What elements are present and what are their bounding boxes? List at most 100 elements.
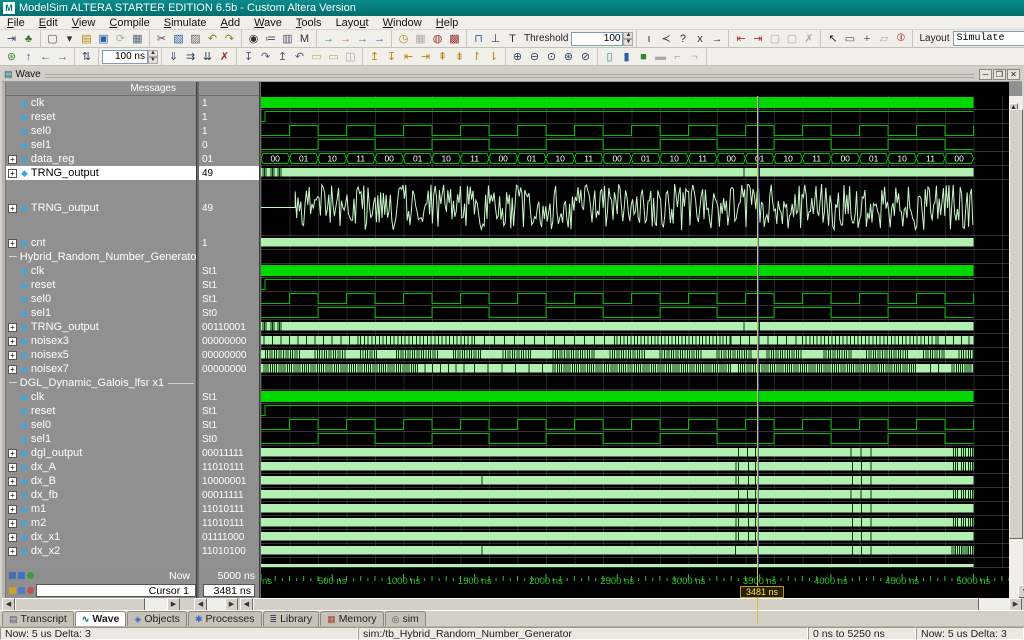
undo-icon[interactable]: ↶ [204,31,221,47]
signal-value-clk[interactable]: 1 [199,96,259,110]
messages-column-header[interactable]: Messages [6,82,196,96]
tab-memory[interactable]: ▦Memory [320,611,383,626]
signal-value-cnt[interactable]: 1 [199,236,259,250]
signal-value-DGL_Dynamic_Galois_lfsr x1[interactable] [199,376,259,390]
wave-edge-mode-icon[interactable]: ⊥ [487,31,504,47]
signal-name-partial[interactable] [6,558,196,568]
scroll-down-icon[interactable]: ▼ [1018,585,1024,598]
signal-name-noisex7[interactable]: +◆noisex7 [6,362,196,376]
edge-up-icon[interactable]: ↾ [468,49,485,65]
expander-plus-icon[interactable]: + [8,239,17,248]
timeline-ruler[interactable]: ns500 ns1000 ns1500 ns2000 ns2500 ns3000… [261,568,1009,598]
signal-name-noisex3[interactable]: +◆noisex3 [6,334,196,348]
tab-library[interactable]: ≣Library [263,611,320,626]
restart-icon[interactable]: ◷ [395,31,412,47]
zoom-full-icon[interactable]: ⊙ [543,49,560,65]
menu-simulate[interactable]: Simulate [157,16,214,30]
compile-icon[interactable]: → [320,31,337,47]
expander-plus-icon[interactable]: + [8,505,17,514]
cursor-green-icon[interactable]: ■ [635,49,652,65]
signal-name-data_reg[interactable]: +◆data_reg [6,152,196,166]
page-next-icon[interactable]: ▢ [783,31,800,47]
cursor-line[interactable] [757,96,758,624]
cursor-time-flag[interactable]: 3481 ns [740,586,784,598]
signal-name-clk[interactable]: ◆clk [6,96,196,110]
signal-name-dx_A[interactable]: +◆dx_A [6,460,196,474]
threshold-spinner[interactable]: ▲▼ [623,32,633,46]
new-file-icon[interactable]: ▢ [44,31,61,47]
signal-value-Hybrid_Random_Number_Generator[interactable] [199,250,259,264]
back-icon[interactable]: ← [37,49,54,65]
run-length-spinner[interactable]: ▲▼ [148,50,158,64]
stop-icon[interactable]: ▩ [446,31,463,47]
run-all-icon[interactable]: ⇊ [199,49,216,65]
pause-icon[interactable]: ◫ [342,49,359,65]
zoom-cursor-icon[interactable]: ⊛ [560,49,577,65]
expander-plus-icon[interactable]: + [8,519,17,528]
step-icon[interactable]: ↧ [240,49,257,65]
run-continue-icon[interactable]: ⇉ [182,49,199,65]
select-mode-icon[interactable]: ↖ [824,31,841,47]
compile-all-icon[interactable]: → [337,31,354,47]
signal-name-clk[interactable]: ◆clk [6,390,196,404]
cursor-time-field[interactable]: 3481 ns [203,584,255,597]
break-icon[interactable]: ◍ [429,31,446,47]
menu-help[interactable]: Help [429,16,466,30]
minimize-icon[interactable]: ─ [979,69,992,80]
prev-edge-x-icon[interactable]: ⇤ [732,31,749,47]
cursor-edit-icon[interactable] [18,587,25,594]
collapse-time-icon[interactable]: ¬ [686,49,703,65]
signal-value-m1[interactable]: 11010111 [199,502,259,516]
expander-plus-icon[interactable]: + [8,463,17,472]
edge-down-icon[interactable]: ⇂ [485,49,502,65]
edge-rise-icon[interactable]: ⇞ [434,49,451,65]
signal-value-dx_fb[interactable]: 00011111 [199,488,259,502]
spin-up-icon[interactable]: ▲ [148,50,158,57]
stoplight-icon[interactable]: ⦶ [892,31,909,47]
run-icon[interactable]: ⇓ [165,49,182,65]
goto-line-icon[interactable]: ≔ [262,31,279,47]
zoom-in-icon[interactable]: ⊕ [509,49,526,65]
expander-plus-icon[interactable]: + [8,491,17,500]
menu-wave[interactable]: Wave [247,16,289,30]
signal-value-noisex5[interactable]: 00000000 [199,348,259,362]
grid-toggle-icon[interactable]: ▬ [652,49,669,65]
cursor-blue-icon[interactable]: ▮ [618,49,635,65]
signal-name-reset[interactable]: ◆reset [6,404,196,418]
expander-plus-icon[interactable]: + [8,365,17,374]
new-caret-down-icon[interactable]: ▾ [61,31,78,47]
signal-value-dx_x1[interactable]: 01111000 [199,530,259,544]
expander-plus-icon[interactable]: + [8,169,17,178]
edge-last-icon[interactable]: ⇥ [417,49,434,65]
signal-value-dx_A[interactable]: 11010111 [199,460,259,474]
expander-plus-icon[interactable]: + [8,323,17,332]
clear-x-icon[interactable]: ✗ [800,31,817,47]
signal-values-pane[interactable]: 11100149491St1St1St1St000110001000000000… [199,96,259,568]
x-value-icon[interactable]: x [691,31,708,47]
cursor-name-field[interactable]: Cursor 1 [36,584,196,597]
layout-select[interactable]: Simulate▼ [953,31,1024,46]
threshold-input[interactable] [571,32,623,46]
unknown-icon[interactable]: ? [674,31,691,47]
signal-value-reset[interactable]: 1 [199,110,259,124]
tree-fern-icon[interactable]: ♣ [20,31,37,47]
signal-value-sel1[interactable]: St0 [199,306,259,320]
spin-up-icon[interactable]: ▲ [623,32,633,39]
lock-tool-icon[interactable] [18,572,25,579]
simulate-opt-icon[interactable]: → [371,31,388,47]
cursor-row-icons[interactable] [9,587,34,594]
signal-names-pane[interactable]: ◆clk◆reset◆sel0◆sel1+◆data_reg+◆TRNG_out… [6,96,196,568]
vertical-scrollbar[interactable]: ▲ ▼ [1009,96,1023,598]
tab-objects[interactable]: ◈Objects [127,611,187,626]
signal-group-divider[interactable]: ─Hybrid_Random_Number_Generator [6,250,196,264]
paste-icon[interactable]: ▨ [187,31,204,47]
threshold-icon[interactable]: T [504,31,521,47]
copy-icon[interactable]: ▧ [170,31,187,47]
signal-name-dx_fb[interactable]: +◆dx_fb [6,488,196,502]
signal-value-TRNG_output[interactable]: 49 [199,180,259,236]
zoom-range-icon[interactable]: ⊘ [577,49,594,65]
forward-icon[interactable]: → [54,49,71,65]
refresh-icon[interactable]: ⊛ [3,49,20,65]
run-length-icon[interactable]: ⇅ [78,49,95,65]
signal-value-m2[interactable]: 11010111 [199,516,259,530]
